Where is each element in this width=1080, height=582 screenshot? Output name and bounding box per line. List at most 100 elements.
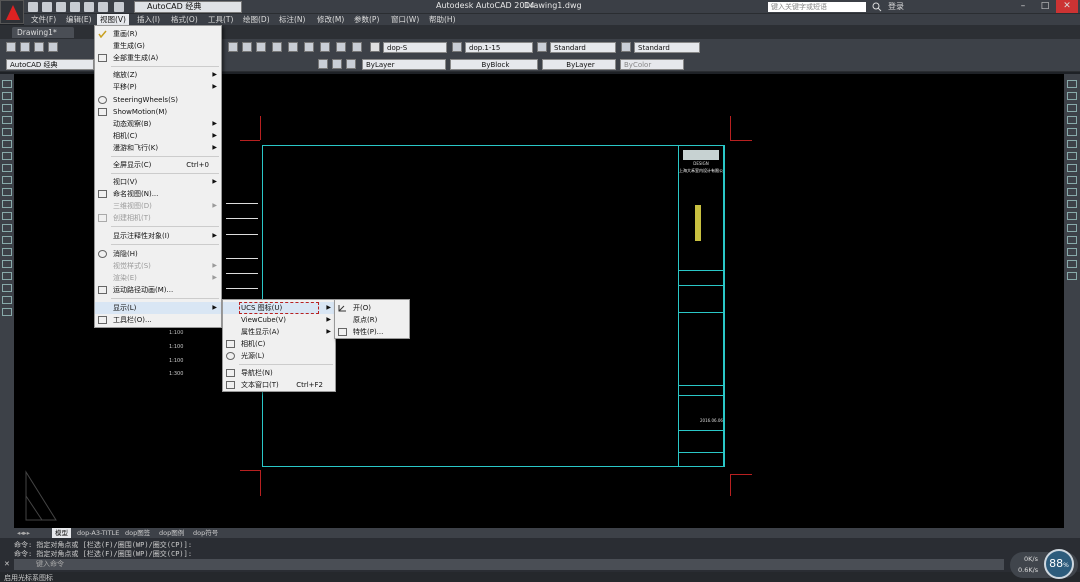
menu-orbit[interactable]: 动态观察(B) ▶ [95,118,221,130]
command-input[interactable]: 键入命令 [14,559,1004,570]
stretch-icon[interactable] [1067,176,1077,184]
layer-match-icon[interactable] [346,59,356,69]
menu-viewports[interactable]: 视口(V) ▶ [95,176,221,188]
menu-walk-fly[interactable]: 漫游和飞行(K) ▶ [95,142,221,154]
menu-parametric[interactable]: 参数(P) [351,14,382,25]
redo-icon[interactable] [114,2,124,12]
plotstyle-select[interactable]: ByColor [620,59,684,70]
copy-icon[interactable] [1067,92,1077,100]
menu-dimension[interactable]: 标注(N) [276,14,308,25]
point-icon[interactable] [2,236,12,244]
menu-window[interactable]: 窗口(W) [388,14,422,25]
ellipse-icon[interactable] [2,188,12,196]
hatch-icon[interactable] [2,248,12,256]
layer-prev-icon[interactable] [332,59,342,69]
menu-modify[interactable]: 修改(M) [314,14,347,25]
revcloud-icon[interactable] [2,164,12,172]
menu-edit[interactable]: 编辑(E) [63,14,95,25]
new-icon[interactable] [28,2,38,12]
extend-icon[interactable] [1067,200,1077,208]
menu-motion-path[interactable]: 运动路径动画(M)... [95,284,221,296]
ellipse-arc-icon[interactable] [2,200,12,208]
menu-redraw[interactable]: 重画(R) [95,28,221,40]
tab-drawing1[interactable]: Drawing1* [12,27,74,38]
text-icon[interactable] [2,296,12,304]
lineweight-select[interactable]: ByLayer [542,59,616,70]
open-icon[interactable] [20,42,30,52]
save-icon[interactable] [34,42,44,52]
menu-fullscreen[interactable]: 全屏显示(C) Ctrl+0 [95,159,221,171]
menu-showmotion[interactable]: ShowMotion(M) [95,106,221,118]
rotate-icon[interactable] [1067,152,1077,160]
menu-tools[interactable]: 工具(T) [205,14,236,25]
menu-display-camera[interactable]: 相机(C) [223,338,335,350]
make-block-icon[interactable] [2,224,12,232]
mtext-icon[interactable] [2,308,12,316]
undo-icon[interactable] [98,2,108,12]
menu-zoom[interactable]: 缩放(Z) ▶ [95,69,221,81]
text-style-select[interactable]: dop-S [383,42,447,53]
command-close-icon[interactable]: ✕ [4,560,10,568]
zoom-window-icon[interactable] [242,42,252,52]
circle-icon[interactable] [2,152,12,160]
insert-block-icon[interactable] [2,212,12,220]
new-icon[interactable] [6,42,16,52]
array-icon[interactable] [1067,128,1077,136]
line-icon[interactable] [2,80,12,88]
zoom-icon[interactable] [228,42,238,52]
menu-navbar[interactable]: 导航栏(N) [223,367,335,379]
multileader-style-icon[interactable] [621,42,631,52]
autocad-logo-icon[interactable] [0,0,24,24]
scale-icon[interactable] [1067,164,1077,172]
break-icon[interactable] [1067,212,1077,220]
spline-icon[interactable] [2,176,12,184]
workspace-select[interactable]: AutoCAD 经典 [134,1,242,13]
save-icon[interactable] [56,2,66,12]
maximize-button[interactable]: □ [1034,0,1056,13]
table-style-select[interactable]: Standard [550,42,616,53]
arc-icon[interactable] [2,140,12,148]
menu-ucs-on[interactable]: 开(O) [335,302,409,314]
layer-icon[interactable] [318,59,328,69]
menu-steeringwheels[interactable]: SteeringWheels(S) [95,94,221,106]
minimize-button[interactable]: – [1012,0,1034,13]
tab-model[interactable]: 模型 [52,528,71,538]
menu-format[interactable]: 格式(O) [168,14,201,25]
menu-ucs-properties[interactable]: 特性(P)... [335,326,409,338]
xline-icon[interactable] [2,92,12,100]
offset-icon[interactable] [1067,116,1077,124]
zoom-prev-icon[interactable] [256,42,266,52]
menu-annotative-objects[interactable]: 显示注释性对象(I) ▶ [95,230,221,242]
dim-style-select[interactable]: dop.1-15 [465,42,533,53]
search-input[interactable]: 键入关键字或短语 [768,2,866,12]
search-icon[interactable] [872,2,882,12]
gradient-icon[interactable] [2,260,12,268]
move-icon[interactable] [1067,140,1077,148]
open-icon[interactable] [42,2,52,12]
rectangle-icon[interactable] [2,128,12,136]
mirror-icon[interactable] [1067,104,1077,112]
menu-pan[interactable]: 平移(P) ▶ [95,81,221,93]
chamfer-icon[interactable] [1067,236,1077,244]
menu-insert[interactable]: 插入(I) [134,14,163,25]
menu-toolbars[interactable]: 工具栏(O)... [95,314,221,326]
menu-draw[interactable]: 绘图(D) [240,14,273,25]
trim-icon[interactable] [1067,188,1077,196]
menu-regenall[interactable]: 全部重生成(A) [95,52,221,64]
dim-style-icon[interactable] [452,42,462,52]
tool-palette-icon[interactable] [304,42,314,52]
sheet-set-icon[interactable] [320,42,330,52]
multileader-style-select[interactable]: Standard [634,42,700,53]
menu-hide[interactable]: 消隐(H) [95,248,221,260]
region-icon[interactable] [2,272,12,280]
polygon-icon[interactable] [2,116,12,124]
menu-attribute-display[interactable]: 属性显示(A) ▶ [223,326,335,338]
menu-file[interactable]: 文件(F) [28,14,59,25]
menu-ucs-origin[interactable]: 原点(R) [335,314,409,326]
text-style-icon[interactable] [370,42,380,52]
menu-ucs-icon[interactable]: UCS 图标(U) ▶ [223,302,335,314]
menu-view[interactable]: 视图(V) [97,14,129,25]
markup-icon[interactable] [336,42,346,52]
menu-named-views[interactable]: 命名视图(N)... [95,188,221,200]
saveas-icon[interactable] [70,2,80,12]
